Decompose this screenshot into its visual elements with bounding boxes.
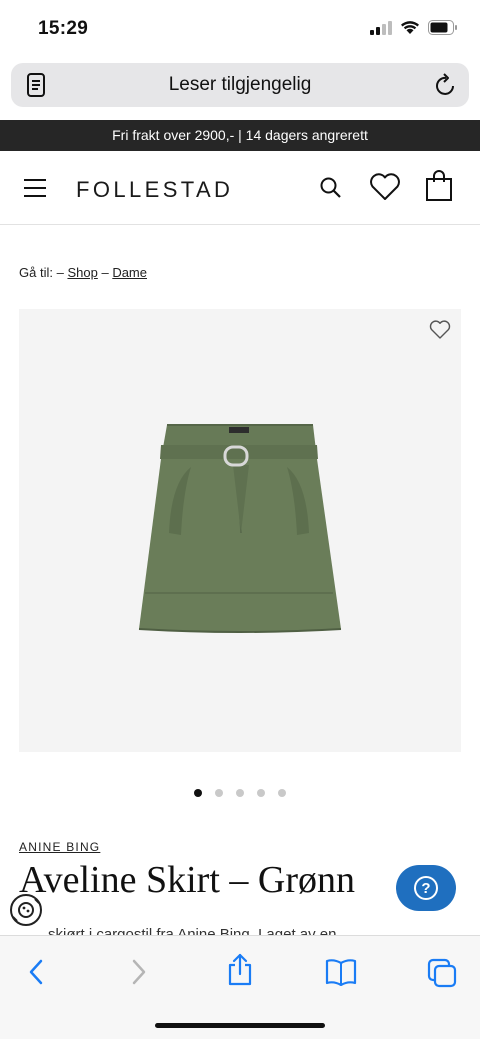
home-indicator [155,1023,325,1028]
promo-banner: Fri frakt over 2900,- | 14 dagers angrer… [0,120,480,151]
share-icon[interactable] [227,953,253,992]
breadcrumb-link-shop[interactable]: Shop [67,265,97,280]
carousel-dot[interactable] [215,789,223,797]
carousel-dot[interactable] [278,789,286,797]
breadcrumb-link-dame[interactable]: Dame [112,265,147,280]
status-icons [370,20,458,35]
help-chat-button[interactable]: ? [396,865,456,911]
search-icon[interactable] [319,176,343,205]
carousel-dot[interactable] [236,789,244,797]
site-header: FOLLESTAD [0,151,480,225]
cookie-settings-icon[interactable] [9,893,43,927]
product-brand-link[interactable]: ANINE BING [19,840,100,854]
skirt-illustration [138,424,342,633]
back-arrow-icon[interactable] [27,958,45,991]
carousel-dots [0,789,480,797]
forward-arrow-icon[interactable] [130,958,148,991]
heart-icon[interactable] [369,173,401,206]
status-time: 15:29 [38,18,89,39]
help-label: ? [421,880,430,897]
wishlist-heart-icon[interactable] [429,320,451,345]
breadcrumb-separator: – [101,265,109,280]
address-bar[interactable]: Leser tilgjengelig [11,63,469,107]
battery-icon [428,20,457,35]
bookmarks-icon[interactable] [325,958,357,991]
carousel-dot[interactable] [194,789,202,797]
product-title: Aveline Skirt – Grønn [19,859,355,901]
help-icon: ? [414,876,438,900]
breadcrumb-prefix: Gå til: [19,265,53,280]
breadcrumb: Gå til: – Shop – Dame [19,265,147,280]
reload-icon[interactable] [435,73,457,102]
product-image[interactable] [19,309,461,752]
tabs-icon[interactable] [427,958,457,993]
address-text[interactable]: Leser tilgjengelig [11,74,469,96]
breadcrumb-separator: – [56,265,64,280]
shopping-bag-icon[interactable] [425,170,453,207]
hamburger-menu-icon[interactable] [24,178,46,203]
carousel-dot[interactable] [257,789,265,797]
status-bar: 15:29 [0,0,480,60]
wifi-icon [401,21,419,34]
site-logo[interactable]: FOLLESTAD [76,177,233,203]
cellular-signal-icon [370,20,392,35]
